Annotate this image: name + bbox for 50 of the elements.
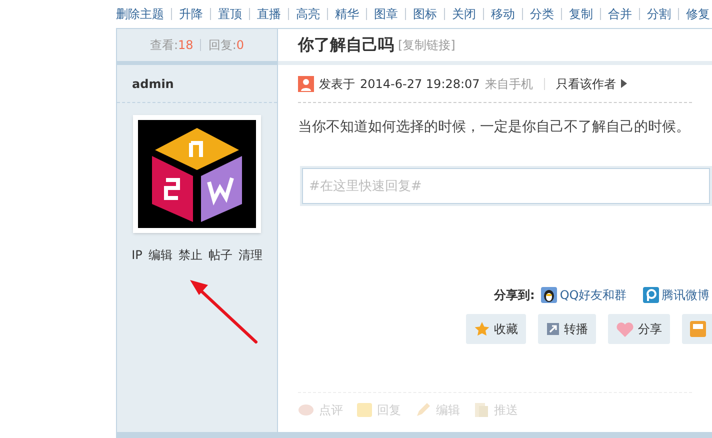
author-only-link[interactable]: 只看该作者 — [556, 74, 616, 92]
toolbar-link[interactable]: 删除主题 — [116, 5, 164, 23]
toolbar-link[interactable]: 分割 — [647, 5, 671, 23]
toolbar-link[interactable]: 直播 — [257, 5, 281, 23]
replies-count: 0 — [236, 37, 244, 54]
posted-label: 发表于 — [319, 76, 355, 92]
tray-icon — [690, 321, 706, 337]
toolbar-link[interactable]: 精华 — [335, 5, 359, 23]
admin-link[interactable]: 禁止 — [178, 246, 202, 264]
caret-right-icon — [620, 79, 627, 88]
toolbar-link[interactable]: 移动 — [491, 5, 515, 23]
toolbar-link[interactable]: 高亮 — [296, 5, 320, 23]
toolbar-link[interactable]: 合并 — [608, 5, 632, 23]
toolbar-link[interactable]: 修复 — [686, 5, 710, 23]
toolbar-link[interactable]: 置顶 — [218, 5, 242, 23]
post-action-button[interactable]: 分享 — [608, 314, 670, 344]
admin-link[interactable]: 编辑 — [148, 246, 172, 264]
toolbar-link[interactable]: 复制 — [569, 5, 593, 23]
quick-reply-field[interactable]: #在这里快速回复# — [302, 168, 710, 204]
penguin-icon — [540, 287, 557, 303]
post-source: 来自手机 — [484, 76, 533, 92]
admin-link[interactable]: 帖子 — [208, 246, 232, 264]
user-icon — [298, 76, 314, 92]
heart-icon — [616, 322, 634, 336]
post-content: 当你不知道如何选择的时候，一定是你自己不了解自己的时候。 — [298, 118, 691, 137]
document-icon — [474, 402, 489, 418]
author-name[interactable]: admin — [132, 74, 174, 92]
post-action-button[interactable]: 收藏 — [466, 314, 526, 344]
share-arrow-icon — [546, 322, 560, 336]
share-label: 分享到: — [494, 287, 535, 304]
toolbar-link[interactable]: 升降 — [179, 5, 203, 23]
note-icon — [357, 403, 372, 417]
pencil-icon — [415, 402, 431, 418]
post-action-button[interactable]: 转播 — [538, 314, 596, 344]
admin-link[interactable]: IP — [132, 246, 142, 264]
toolbar-link[interactable]: 关闭 — [452, 5, 476, 23]
post-datetime: 2014-6-27 19:28:07 — [360, 76, 480, 92]
toolbar-link[interactable]: 图章 — [374, 5, 398, 23]
comment-icon — [298, 404, 314, 416]
toolbar-link[interactable]: 分类 — [530, 5, 554, 23]
star-icon — [474, 321, 490, 337]
p-logo-icon — [642, 287, 659, 303]
views-label: 查看: — [150, 37, 178, 54]
replies-label: 回复: — [208, 37, 236, 54]
thread-title: 你了解自己吗 — [298, 34, 394, 56]
admin-link[interactable]: 清理 — [238, 246, 262, 264]
views-count: 18 — [178, 37, 194, 54]
share-target-link[interactable]: QQ好友和群 — [560, 286, 627, 304]
toolbar-link[interactable]: 图标 — [413, 5, 437, 23]
share-target-link[interactable]: 腾讯微博 — [662, 286, 710, 304]
